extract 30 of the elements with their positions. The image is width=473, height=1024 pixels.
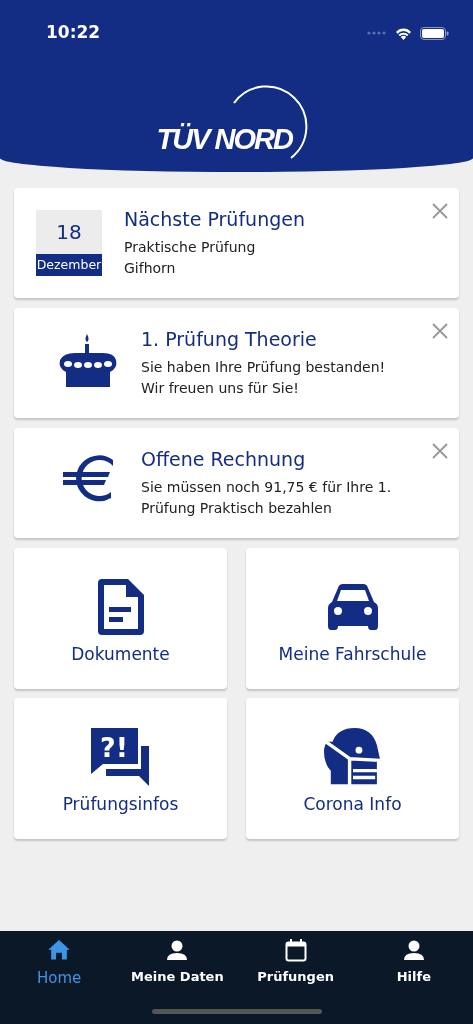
home-icon: [47, 939, 72, 963]
calendar-icon: [283, 939, 308, 963]
tile-button[interactable]: Dokumente: [14, 548, 227, 689]
notice-text: Sie haben Ihre Prüfung bestanden!: [141, 357, 386, 377]
notice-text: Wir freuen uns für Sie!: [141, 378, 300, 398]
notice-text: Praktische Prüfung: [124, 237, 257, 257]
tile-button[interactable]: Meine Fahrschule: [246, 548, 459, 689]
tab-button[interactable]: Home: [0, 939, 119, 989]
tile-button[interactable]: ?! Prüfungsinfos: [14, 698, 227, 839]
battery-icon: [420, 26, 449, 40]
euro-icon: [62, 452, 115, 504]
notice-text: Sie müssen noch 91,75 € für Ihre 1.: [141, 477, 392, 497]
tab-button[interactable]: Prüfungen: [236, 939, 355, 989]
notice-text: Gifhorn: [124, 258, 177, 278]
date-month: Dezember: [36, 254, 102, 276]
tab-button[interactable]: Hilfe: [354, 939, 473, 989]
status-time: 10:22: [46, 21, 101, 45]
notice-title: Offene Rechnung: [141, 448, 307, 471]
wifi-icon: [395, 26, 412, 40]
date-day: 18: [36, 210, 102, 254]
person-icon: [165, 939, 190, 963]
signal-icon: [367, 31, 387, 35]
notice-title: 1. Prüfung Theorie: [141, 328, 318, 351]
tab-button[interactable]: Meine Daten: [118, 939, 237, 989]
document-icon: [97, 578, 144, 636]
person-icon: [401, 939, 426, 963]
notice-text: Prüfung Praktisch bezahlen: [141, 498, 333, 518]
notice-title: Nächste Prüfungen: [124, 208, 305, 231]
tile-button[interactable]: Corona Info: [246, 698, 459, 839]
logo: TÜV NORD: [156, 125, 292, 154]
